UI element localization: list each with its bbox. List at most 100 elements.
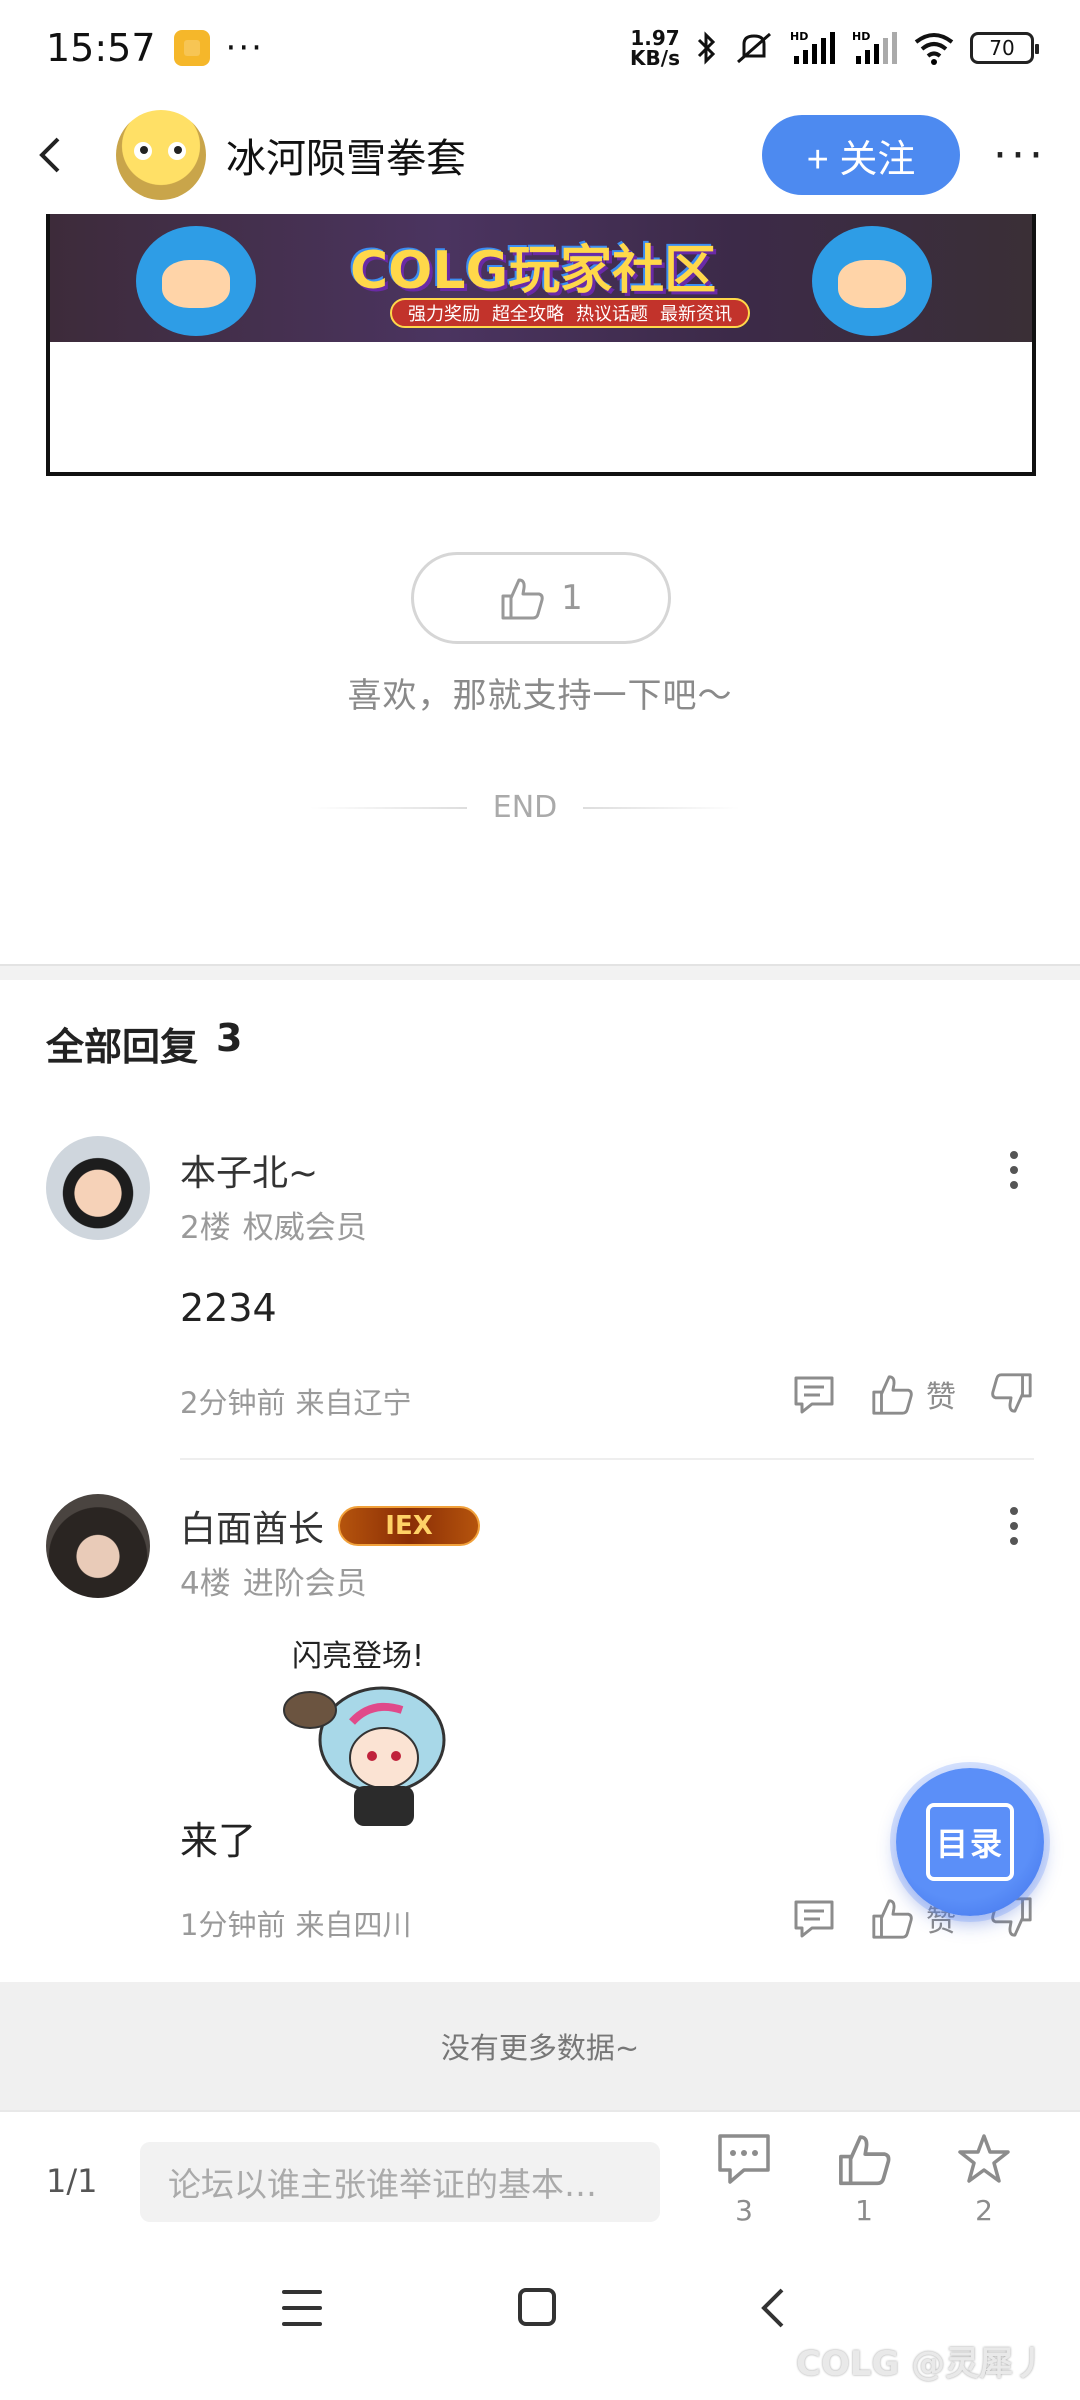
reply-footer: 1分钟前 来自四川 (180, 1902, 411, 1944)
replies-header: 全部回复 3 (46, 1016, 242, 1071)
reply-footer: 2分钟前 来自辽宁 (180, 1380, 411, 1422)
reply-content: 来了 (180, 1819, 257, 1863)
system-nav-bar: COLG @灵犀丿 (0, 2250, 1080, 2400)
network-speed-value: 1.97 (630, 26, 680, 50)
mascot-left-image (136, 226, 256, 336)
reply-input[interactable]: 论坛以谁主张谁举证的基本… (140, 2142, 660, 2222)
sticker-illustration: 闪亮登场! (283, 1639, 446, 1826)
reply-floor: 4楼 (180, 1566, 231, 1602)
section-separator (0, 964, 1080, 980)
like-button[interactable]: 1 (824, 2132, 904, 2227)
reply-like-button[interactable]: 赞 (870, 1372, 956, 1416)
thumbs-down-icon[interactable] (990, 1372, 1034, 1416)
svg-text:HD: HD (790, 30, 808, 43)
like-count: 1 (855, 2194, 873, 2227)
notification-icon (173, 30, 210, 66)
comment-icon[interactable] (792, 1896, 836, 1940)
home-icon[interactable] (518, 2288, 556, 2326)
reply-rank: 权威会员 (242, 1210, 367, 1246)
bottom-toolbar: 1/1 论坛以谁主张谁举证的基本… 3 1 2 (0, 2110, 1080, 2250)
reply-author-name[interactable]: 白面酋长 IEX (180, 1500, 481, 1552)
thumbs-up-icon (501, 578, 544, 620)
reply-author-name-text: 本子北~ (180, 1153, 319, 1194)
reply-location: 来自四川 (295, 1908, 412, 1942)
comment-icon[interactable] (792, 1372, 836, 1416)
toc-label: 目录 (926, 1803, 1014, 1881)
reply-time: 2分钟前 (180, 1386, 286, 1420)
reply-item: 白面酋长 IEX 4楼 进阶会员 来了 1分钟前 来自四川 赞 (0, 1492, 1080, 1982)
reply-more-icon[interactable] (994, 1140, 1034, 1200)
favorite-button[interactable]: 2 (944, 2132, 1024, 2227)
favorite-count: 2 (975, 2194, 993, 2227)
thumbs-up-icon (839, 2135, 891, 2186)
no-more-data: 没有更多数据~ (0, 1982, 1080, 2110)
reply-item: 本子北~ 2楼 权威会员 2234 2分钟前 来自辽宁 赞 (0, 1136, 1080, 1466)
banner-tag: 最新资讯 (660, 304, 732, 325)
page-title: 冰河陨雪拳套 (226, 136, 466, 182)
svg-text:HD: HD (852, 30, 870, 43)
bluetooth-icon (697, 31, 716, 65)
member-badge: IEX (338, 1506, 481, 1546)
reply-author-name-text: 白面酋长 (180, 1509, 325, 1550)
banner-tag: 强力奖励 (408, 304, 480, 325)
reply-location: 来自辽宁 (295, 1386, 412, 1420)
thumbs-up-icon (872, 1899, 913, 1939)
recent-apps-icon[interactable] (282, 2290, 322, 2326)
mascot-right-image (812, 226, 932, 336)
reply-avatar[interactable] (46, 1494, 150, 1598)
mute-icon (737, 32, 771, 64)
reply-divider (180, 1458, 1034, 1460)
replies-title: 全部回复 (46, 1025, 199, 1069)
banner-tag: 热议话题 (576, 304, 648, 325)
follow-button[interactable]: + 关注 (762, 115, 960, 195)
replies-count: 3 (216, 1016, 243, 1060)
reply-content: 2234 (180, 1286, 277, 1330)
reply-floor: 2楼 (180, 1210, 231, 1246)
reply-actions: 赞 (792, 1372, 1034, 1416)
back-icon[interactable] (758, 2286, 786, 2330)
reply-avatar[interactable] (46, 1136, 150, 1240)
comment-icon (718, 2134, 770, 2184)
reply-more-icon[interactable] (994, 1496, 1034, 1556)
post-banner-frame: COLG玩家社区 强力奖励 超全攻略 热议话题 最新资讯 (46, 214, 1036, 476)
signal-1-icon: HD (790, 30, 835, 64)
support-text: 喜欢，那就支持一下吧～ (347, 676, 733, 716)
back-button[interactable] (0, 100, 100, 210)
post-like-count: 1 (561, 578, 583, 618)
reply-meta: 4楼 进阶会员 (180, 1558, 367, 1603)
reply-time: 1分钟前 (180, 1908, 286, 1942)
reply-author-name[interactable]: 本子北~ (180, 1144, 318, 1196)
end-line-right (583, 806, 740, 809)
wifi-icon (914, 33, 954, 65)
banner-tag: 超全攻略 (492, 304, 564, 325)
thumbs-up-icon (872, 1375, 913, 1415)
network-speed: 1.97 KB/s (630, 28, 680, 68)
sticker-text: 闪亮登场! (292, 1639, 424, 1674)
reply-meta: 2楼 权威会员 (180, 1202, 367, 1247)
chevron-left-icon (39, 137, 60, 173)
battery-indicator: 70 (970, 32, 1039, 64)
comments-button[interactable]: 3 (704, 2132, 784, 2227)
end-label: END (492, 790, 558, 825)
star-icon (958, 2134, 1010, 2183)
author-avatar[interactable] (116, 110, 206, 200)
status-right: 1.97 KB/s HD HD 70 (630, 28, 1039, 68)
post-like-button[interactable]: 1 (411, 552, 671, 644)
top-nav: 冰河陨雪拳套 + 关注 ··· (0, 100, 1080, 210)
status-bar: 15:57 ··· 1.97 KB/s HD HD 70 (0, 0, 1080, 96)
signal-2-icon: HD (852, 30, 897, 64)
page-indicator[interactable]: 1/1 (46, 2162, 98, 2200)
network-speed-unit: KB/s (630, 46, 680, 70)
banner-logo-text: COLG玩家社区 (350, 241, 717, 301)
more-options-icon[interactable]: ··· (990, 125, 1050, 185)
reply-rank: 进阶会员 (242, 1566, 367, 1602)
status-time: 15:57 (46, 26, 156, 70)
banner-tags: 强力奖励 超全攻略 热议话题 最新资讯 (390, 298, 750, 328)
watermark: COLG @灵犀丿 (796, 2344, 1048, 2384)
more-notifications-icon: ··· (225, 28, 264, 68)
reply-sticker-image[interactable]: 闪亮登场! (262, 1630, 482, 1850)
colg-banner[interactable]: COLG玩家社区 强力奖励 超全攻略 热议话题 最新资讯 (50, 214, 1032, 342)
table-of-contents-button[interactable]: 目录 (896, 1768, 1044, 1916)
reply-like-label: 赞 (926, 1380, 956, 1415)
end-divider: END (310, 790, 740, 825)
